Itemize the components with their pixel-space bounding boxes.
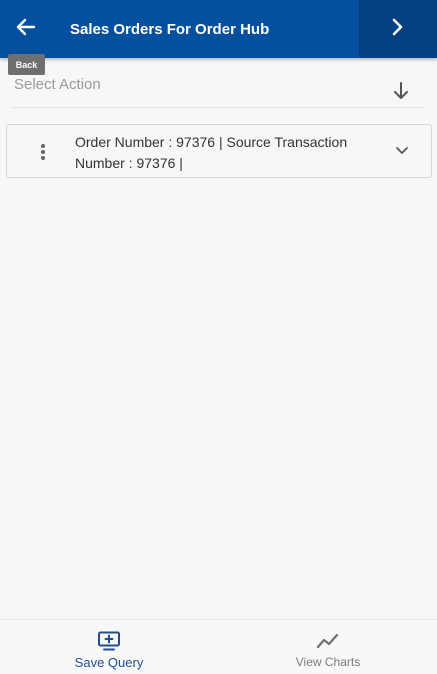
chevron-right-icon	[391, 18, 405, 41]
vertical-ellipsis-icon[interactable]	[33, 141, 53, 163]
app-screen: Sales Orders For Order Hub Back Select A…	[0, 0, 437, 674]
save-query-label: Save Query	[74, 655, 144, 670]
app-header: Sales Orders For Order Hub	[0, 0, 437, 58]
record-summary: Order Number : 97376 | Source Transactio…	[75, 134, 348, 171]
back-button[interactable]	[0, 0, 52, 58]
monitor-plus-icon	[97, 630, 121, 652]
back-tooltip: Back	[8, 54, 45, 75]
chevron-down-icon[interactable]	[393, 142, 411, 160]
forward-button[interactable]	[359, 0, 437, 58]
view-charts-button[interactable]: View Charts	[219, 620, 437, 674]
line-chart-icon	[316, 630, 340, 652]
select-action-row[interactable]: Select Action	[12, 70, 424, 108]
list-item[interactable]: Order Number : 97376 | Source Transactio…	[6, 124, 432, 178]
page-title: Sales Orders For Order Hub	[70, 20, 270, 38]
view-charts-label: View Charts	[295, 655, 361, 669]
arrow-left-icon	[16, 18, 36, 41]
arrow-down-icon[interactable]	[390, 80, 412, 102]
save-query-button[interactable]: Save Query	[0, 620, 218, 674]
bottom-toolbar: Save Query View Charts	[0, 619, 437, 674]
select-action-label[interactable]: Select Action	[14, 76, 101, 93]
